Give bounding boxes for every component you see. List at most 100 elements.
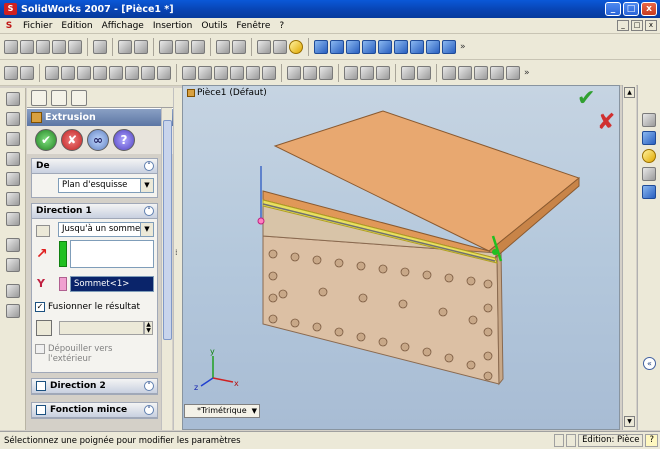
expand-icon[interactable]: ˅ [144, 405, 154, 415]
rotate-view-icon[interactable] [378, 39, 392, 54]
solidworks-resources-icon[interactable] [642, 113, 656, 127]
help-icon[interactable] [289, 39, 303, 54]
minimize-button[interactable]: _ [605, 2, 621, 16]
reference-axis-icon[interactable] [360, 65, 374, 80]
graphics-viewport[interactable]: Pièce1 (Défaut) y x z ✔ ✘ [182, 85, 620, 430]
measure-icon[interactable] [490, 65, 504, 80]
doc-maximize-button[interactable]: □ [631, 20, 643, 31]
file-explorer-icon[interactable] [642, 149, 656, 163]
configuration-manager-tab-icon[interactable] [71, 89, 87, 106]
maximize-button[interactable]: □ [623, 2, 639, 16]
mass-properties-icon[interactable] [506, 65, 520, 80]
draft-icon[interactable] [246, 65, 260, 80]
splitter-handle-icon[interactable]: ⁞ [175, 248, 178, 257]
display-style-icon[interactable] [426, 39, 440, 54]
ok-button[interactable]: ✔ [35, 129, 57, 151]
panel-splitter[interactable]: ⁞ [173, 88, 182, 430]
menu-outils[interactable]: Outils [198, 21, 233, 31]
menu-fichier[interactable]: Fichier [20, 21, 58, 31]
detailed-preview-button[interactable]: ∞ [87, 129, 109, 151]
swept-cut-icon[interactable] [141, 65, 155, 80]
property-manager-tab-icon[interactable] [51, 89, 67, 106]
layout-icon[interactable] [232, 39, 246, 54]
zoom-in-out-icon[interactable] [346, 39, 360, 54]
merge-result-checkbox[interactable]: ✓ [35, 302, 45, 312]
section-from-header[interactable]: De ˄ [32, 159, 157, 174]
collapse-icon[interactable]: ˄ [144, 206, 154, 216]
sketch-line-icon[interactable] [6, 92, 20, 106]
menu-insertion[interactable]: Insertion [150, 21, 199, 31]
shell-icon[interactable] [230, 65, 244, 80]
design-library-icon[interactable] [642, 131, 656, 145]
chevron-down-icon[interactable]: ▼ [252, 405, 257, 417]
chevron-down-icon[interactable]: ▼ [140, 223, 153, 236]
print-icon[interactable] [52, 39, 66, 54]
menu-edition[interactable]: Edition [58, 21, 98, 31]
sketch-relations-icon[interactable] [6, 304, 20, 318]
doc-close-button[interactable]: x [645, 20, 657, 31]
close-button[interactable]: x [641, 2, 657, 16]
weldment-icon[interactable] [458, 65, 472, 80]
section-thin-feature[interactable]: Fonction mince ˅ [31, 402, 158, 419]
sketch-trim-icon[interactable] [6, 238, 20, 252]
rebuild-icon[interactable] [175, 39, 189, 54]
sketch-arc-icon[interactable] [6, 152, 20, 166]
window-icon[interactable] [273, 39, 287, 54]
revolved-boss-icon[interactable] [61, 65, 75, 80]
new-document-icon[interactable] [4, 39, 18, 54]
lofted-cut-icon[interactable] [157, 65, 171, 80]
zoom-fit-icon[interactable] [314, 39, 328, 54]
shaded-icon[interactable] [442, 39, 456, 54]
scroll-up-icon[interactable]: ▲ [624, 87, 635, 98]
draft-toggle-icon[interactable] [36, 320, 52, 336]
sketch-circle-icon[interactable] [6, 132, 20, 146]
extruded-cut-icon[interactable] [109, 65, 123, 80]
pan-icon[interactable] [394, 39, 408, 54]
rib-icon[interactable] [214, 65, 228, 80]
solidworks-logo-icon[interactable]: S [2, 20, 16, 32]
reference-plane-icon[interactable] [344, 65, 358, 80]
sketch-spline-icon[interactable] [6, 172, 20, 186]
expand-icon[interactable]: ˅ [144, 381, 154, 391]
mirror-icon[interactable] [319, 65, 333, 80]
confirm-ok-icon[interactable]: ✔ [577, 86, 595, 111]
sheetmetal-icon[interactable] [442, 65, 456, 80]
linear-pattern-icon[interactable] [287, 65, 301, 80]
draft-outward-checkbox[interactable] [35, 344, 45, 354]
select-icon[interactable] [159, 39, 173, 54]
confirm-cancel-icon[interactable]: ✘ [597, 110, 615, 135]
viewport-scrollbar[interactable]: ▲ ▼ [622, 85, 636, 430]
scroll-down-icon[interactable]: ▼ [624, 416, 635, 427]
undo-icon[interactable] [118, 39, 132, 54]
circular-pattern-icon[interactable] [303, 65, 317, 80]
cut-icon[interactable] [93, 39, 107, 54]
view-orientation-tab[interactable]: *Trimétrique ▼ [184, 404, 260, 418]
zoom-selection-icon[interactable] [362, 39, 376, 54]
hole-wizard-icon[interactable] [262, 65, 276, 80]
instant3d-icon[interactable] [401, 65, 415, 80]
help-status-icon[interactable]: ? [645, 434, 658, 447]
reverse-direction-icon[interactable] [36, 225, 50, 237]
collapse-icon[interactable]: ˄ [144, 161, 154, 171]
toolbar-overflow-icon[interactable]: » [460, 42, 466, 52]
section-direction2[interactable]: Direction 2 ˅ [31, 378, 158, 395]
draft-angle-field[interactable] [59, 321, 144, 335]
scrollbar-thumb[interactable] [163, 120, 172, 340]
mold-tools-icon[interactable] [474, 65, 488, 80]
swept-boss-icon[interactable] [77, 65, 91, 80]
direction-selection-box[interactable] [70, 240, 154, 268]
property-manager-scrollbar[interactable] [161, 108, 172, 430]
lofted-boss-icon[interactable] [93, 65, 107, 80]
collapse-task-pane-icon[interactable]: « [643, 357, 656, 370]
sheet-icon[interactable] [257, 39, 271, 54]
zoom-area-icon[interactable] [330, 39, 344, 54]
vertex-selection-box[interactable]: Sommet<1> [70, 276, 154, 292]
menu-affichage[interactable]: Affichage [99, 21, 150, 31]
sketch-offset-icon[interactable] [6, 258, 20, 272]
view-palette-icon[interactable] [642, 185, 656, 199]
sketch-mirror-icon[interactable] [6, 284, 20, 298]
redo-icon[interactable] [134, 39, 148, 54]
sketch-point-icon[interactable] [6, 192, 20, 206]
part-model[interactable]: y x z [183, 86, 620, 430]
revolved-cut-icon[interactable] [125, 65, 139, 80]
